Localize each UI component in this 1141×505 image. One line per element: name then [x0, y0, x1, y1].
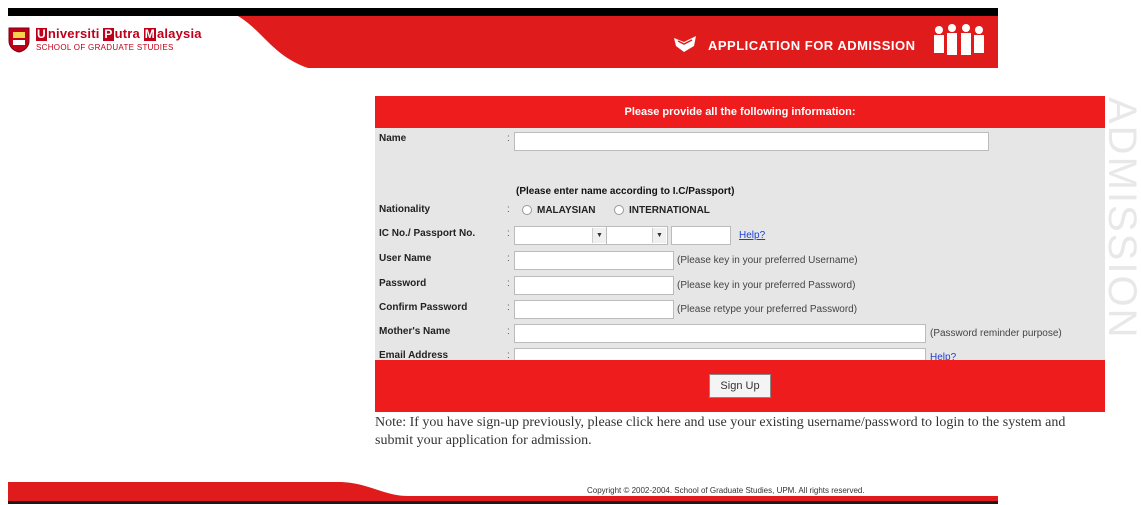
ic-part2-select[interactable]: ▼	[606, 226, 668, 245]
mother-name-colon: :	[507, 326, 510, 337]
name-colon: :	[507, 133, 510, 144]
university-name: Universiti Putra Malaysia	[36, 26, 202, 41]
name-note: (Please enter name according to I.C/Pass…	[516, 186, 735, 197]
chevron-down-icon: ▼	[652, 228, 666, 243]
mother-name-label: Mother's Name	[379, 326, 451, 337]
registration-form: Please provide all the following informa…	[375, 96, 1105, 412]
password-label: Password	[379, 278, 427, 289]
mother-name-hint: (Password reminder purpose)	[930, 328, 1062, 339]
password-hint: (Please key in your preferred Password)	[677, 280, 856, 291]
university-logo[interactable]: Universiti Putra Malaysia SCHOOL OF GRAD…	[8, 25, 268, 59]
password-input[interactable]	[514, 276, 674, 295]
people-icon	[934, 24, 984, 55]
name-label: Name	[379, 133, 407, 144]
radio-international-label: INTERNATIONAL	[629, 205, 710, 216]
nationality-colon: :	[507, 204, 510, 215]
username-hint: (Please key in your preferred Username)	[677, 255, 858, 266]
username-colon: :	[507, 253, 510, 264]
ic-help-link[interactable]: Help?	[739, 230, 765, 241]
ic-colon: :	[507, 228, 510, 239]
signup-note: Note: If you have sign-up previously, pl…	[375, 415, 1066, 448]
confirm-password-label: Confirm Password	[379, 302, 468, 313]
form-footer: Sign Up	[375, 360, 1105, 412]
nationality-label: Nationality	[379, 204, 431, 215]
header-top-bar	[8, 8, 998, 16]
ic-label: IC No./ Passport No.	[379, 228, 476, 239]
radio-international[interactable]	[614, 205, 624, 215]
crest-icon	[8, 27, 30, 53]
mother-name-input[interactable]	[514, 324, 926, 343]
form-body: Name : (Please enter name according to I…	[375, 128, 1105, 367]
ic-part3-input[interactable]	[671, 226, 731, 245]
username-label: User Name	[379, 253, 432, 264]
confirm-password-colon: :	[507, 302, 510, 313]
confirm-password-input[interactable]	[514, 300, 674, 319]
radio-malaysian[interactable]	[522, 205, 532, 215]
chevron-down-icon: ▼	[592, 228, 606, 243]
application-icon	[674, 36, 696, 52]
name-input[interactable]	[514, 132, 989, 151]
password-colon: :	[507, 278, 510, 289]
sign-up-button[interactable]: Sign Up	[709, 374, 771, 398]
radio-malaysian-label: MALAYSIAN	[537, 205, 596, 216]
admission-watermark: ADMISSION	[1103, 97, 1141, 340]
username-input[interactable]	[514, 251, 674, 270]
form-heading: Please provide all the following informa…	[375, 96, 1105, 128]
school-name: SCHOOL OF GRADUATE STUDIES	[36, 43, 174, 52]
application-title: APPLICATION FOR ADMISSION	[708, 38, 916, 53]
copyright-text: Copyright © 2002-2004. School of Graduat…	[587, 486, 865, 495]
confirm-password-hint: (Please retype your preferred Password)	[677, 304, 858, 315]
ic-part1-select[interactable]: ▼	[514, 226, 608, 245]
